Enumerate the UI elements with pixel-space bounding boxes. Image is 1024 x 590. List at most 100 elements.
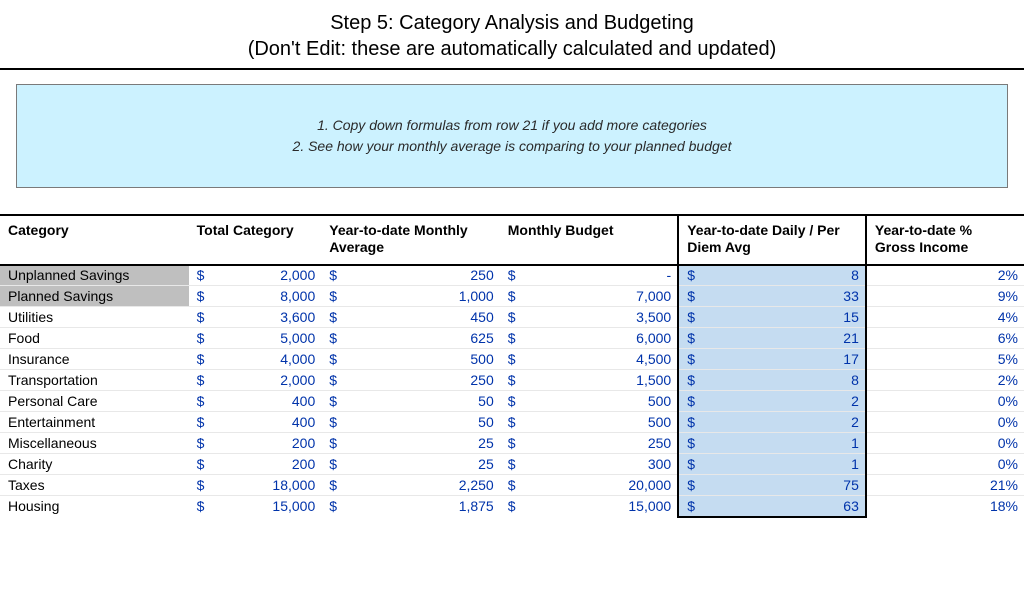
- pct-cell: 18%: [866, 496, 1024, 517]
- avg-cell: $1,875: [321, 496, 499, 517]
- table-header-row: Category Total Category Year-to-date Mon…: [0, 215, 1024, 265]
- pct-cell: 21%: [866, 475, 1024, 496]
- budget-cell-value: 7,000: [636, 288, 671, 304]
- category-cell: Entertainment: [0, 412, 189, 433]
- total-cell-value: 200: [292, 435, 315, 451]
- currency-symbol: $: [508, 267, 516, 283]
- currency-symbol: $: [687, 351, 695, 367]
- perdiem-cell-value: 33: [843, 288, 859, 304]
- currency-symbol: $: [329, 351, 337, 367]
- avg-cell: $25: [321, 433, 499, 454]
- avg-cell-value: 25: [478, 456, 494, 472]
- currency-symbol: $: [197, 351, 205, 367]
- budget-cell: $500: [500, 412, 678, 433]
- perdiem-cell-value: 1: [851, 435, 859, 451]
- currency-symbol: $: [197, 330, 205, 346]
- perdiem-cell-value: 2: [851, 414, 859, 430]
- perdiem-cell-value: 1: [851, 456, 859, 472]
- perdiem-cell-value: 63: [843, 498, 859, 514]
- total-cell-value: 15,000: [272, 498, 315, 514]
- pct-cell: 0%: [866, 433, 1024, 454]
- table-row: Food$5,000$625$6,000$216%: [0, 328, 1024, 349]
- currency-symbol: $: [508, 456, 516, 472]
- avg-cell: $250: [321, 265, 499, 286]
- table-row: Unplanned Savings$2,000$250$-$82%: [0, 265, 1024, 286]
- budget-cell-value: -: [667, 267, 672, 283]
- currency-symbol: $: [197, 414, 205, 430]
- table-row: Housing$15,000$1,875$15,000$6318%: [0, 496, 1024, 517]
- page-subtitle: (Don't Edit: these are automatically cal…: [0, 36, 1024, 62]
- currency-symbol: $: [197, 372, 205, 388]
- currency-symbol: $: [508, 414, 516, 430]
- avg-cell: $25: [321, 454, 499, 475]
- currency-symbol: $: [508, 288, 516, 304]
- info-line-2: 2. See how your monthly average is compa…: [17, 136, 1007, 157]
- budget-cell: $1,500: [500, 370, 678, 391]
- col-header-budget: Monthly Budget: [500, 215, 678, 265]
- avg-cell-value: 250: [470, 267, 493, 283]
- budget-cell-value: 3,500: [636, 309, 671, 325]
- currency-symbol: $: [329, 456, 337, 472]
- budget-cell: $250: [500, 433, 678, 454]
- currency-symbol: $: [508, 435, 516, 451]
- currency-symbol: $: [197, 456, 205, 472]
- total-cell-value: 3,600: [280, 309, 315, 325]
- perdiem-cell-value: 75: [843, 477, 859, 493]
- avg-cell-value: 1,000: [459, 288, 494, 304]
- page-header: Step 5: Category Analysis and Budgeting …: [0, 0, 1024, 70]
- perdiem-cell: $33: [678, 286, 866, 307]
- budget-cell-value: 15,000: [628, 498, 671, 514]
- avg-cell: $500: [321, 349, 499, 370]
- info-line-1: 1. Copy down formulas from row 21 if you…: [17, 115, 1007, 136]
- category-cell: Food: [0, 328, 189, 349]
- currency-symbol: $: [687, 393, 695, 409]
- pct-cell: 0%: [866, 454, 1024, 475]
- budget-cell-value: 1,500: [636, 372, 671, 388]
- currency-symbol: $: [687, 498, 695, 514]
- budget-cell-value: 250: [648, 435, 671, 451]
- total-cell: $200: [189, 433, 322, 454]
- category-cell: Housing: [0, 496, 189, 517]
- budget-cell: $20,000: [500, 475, 678, 496]
- total-cell-value: 5,000: [280, 330, 315, 346]
- table-row: Transportation$2,000$250$1,500$82%: [0, 370, 1024, 391]
- perdiem-cell-value: 17: [843, 351, 859, 367]
- perdiem-cell-value: 2: [851, 393, 859, 409]
- avg-cell: $625: [321, 328, 499, 349]
- perdiem-cell: $1: [678, 454, 866, 475]
- budget-cell-value: 4,500: [636, 351, 671, 367]
- perdiem-cell: $15: [678, 307, 866, 328]
- budget-cell: $4,500: [500, 349, 678, 370]
- category-cell: Taxes: [0, 475, 189, 496]
- page-title: Step 5: Category Analysis and Budgeting: [0, 10, 1024, 36]
- currency-symbol: $: [508, 351, 516, 367]
- total-cell-value: 4,000: [280, 351, 315, 367]
- avg-cell: $50: [321, 391, 499, 412]
- budget-cell: $500: [500, 391, 678, 412]
- table-body: Unplanned Savings$2,000$250$-$82%Planned…: [0, 265, 1024, 517]
- avg-cell-value: 50: [478, 414, 494, 430]
- currency-symbol: $: [687, 372, 695, 388]
- table-row: Miscellaneous$200$25$250$10%: [0, 433, 1024, 454]
- category-cell: Transportation: [0, 370, 189, 391]
- avg-cell-value: 250: [470, 372, 493, 388]
- total-cell-value: 2,000: [280, 372, 315, 388]
- currency-symbol: $: [687, 330, 695, 346]
- budget-cell-value: 300: [648, 456, 671, 472]
- avg-cell: $1,000: [321, 286, 499, 307]
- category-cell: Charity: [0, 454, 189, 475]
- pct-cell: 2%: [866, 265, 1024, 286]
- perdiem-cell: $21: [678, 328, 866, 349]
- total-cell-value: 400: [292, 414, 315, 430]
- currency-symbol: $: [329, 372, 337, 388]
- currency-symbol: $: [329, 267, 337, 283]
- perdiem-cell: $17: [678, 349, 866, 370]
- col-header-total: Total Category: [189, 215, 322, 265]
- category-cell: Personal Care: [0, 391, 189, 412]
- perdiem-cell: $8: [678, 265, 866, 286]
- currency-symbol: $: [329, 288, 337, 304]
- avg-cell: $450: [321, 307, 499, 328]
- currency-symbol: $: [508, 372, 516, 388]
- category-cell: Planned Savings: [0, 286, 189, 307]
- table-row: Planned Savings$8,000$1,000$7,000$339%: [0, 286, 1024, 307]
